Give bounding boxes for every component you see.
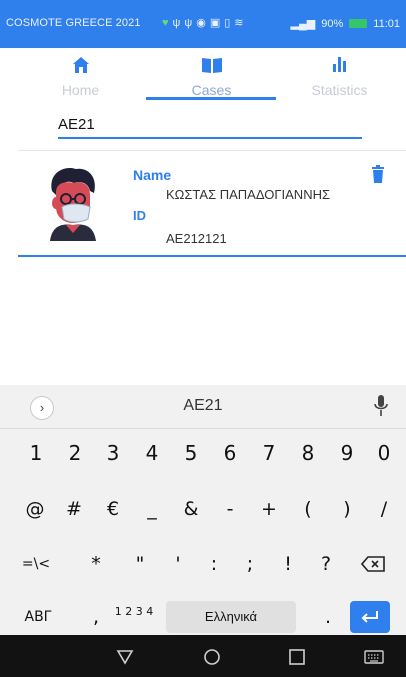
sync-icon: ◉ xyxy=(196,17,206,29)
key[interactable]: ; xyxy=(238,544,262,584)
backspace-icon xyxy=(360,556,385,572)
space-key[interactable]: Ελληνικά xyxy=(166,601,296,633)
avatar xyxy=(50,167,96,241)
key[interactable]: * xyxy=(84,544,108,584)
keyboard-bottom-row: ΑΒΓ , 1 2 3 4 Ελληνικά . xyxy=(0,597,406,637)
system-nav-bar xyxy=(0,635,406,677)
key[interactable]: 1 xyxy=(24,433,48,473)
keyboard: › AE21 1 2 3 4 5 6 7 8 9 0 @ # € _ & - +… xyxy=(0,385,406,635)
key[interactable]: + xyxy=(257,489,281,529)
tab-home[interactable]: Home xyxy=(13,48,148,100)
key[interactable]: 2 xyxy=(63,433,87,473)
key[interactable]: 0 xyxy=(372,433,396,473)
key[interactable]: " xyxy=(128,544,152,584)
tab-cases-label: Cases xyxy=(191,82,232,98)
key[interactable]: & xyxy=(179,489,203,529)
signal-icon: ▂▄▆ xyxy=(290,18,316,30)
backspace-key[interactable] xyxy=(358,544,388,584)
id-value: AE212121 xyxy=(166,231,227,246)
numpad-key[interactable]: 1 2 3 4 xyxy=(112,605,156,631)
battery-percent: 90% xyxy=(321,17,344,30)
book-icon xyxy=(201,58,222,73)
comma-key[interactable]: , xyxy=(86,597,106,637)
nfc-icon: ▣ xyxy=(209,17,221,29)
key[interactable]: 7 xyxy=(257,433,281,473)
tab-home-label: Home xyxy=(61,82,100,98)
search-field[interactable] xyxy=(58,112,362,139)
recents-icon[interactable] xyxy=(288,648,306,666)
clock: 11:01 xyxy=(373,17,400,30)
key[interactable]: 3 xyxy=(101,433,125,473)
keyboard-number-row: 1 2 3 4 5 6 7 8 9 0 xyxy=(0,433,406,473)
tab-bar: Home Cases Statistics xyxy=(0,48,406,100)
key[interactable]: 9 xyxy=(335,433,359,473)
vibrate-icon: ▯ xyxy=(224,17,231,29)
status-bar: COSMOTE GREECE 2021 ♥ ψ ψ ◉ ▣ ▯ ≋ ▂▄▆ 90… xyxy=(0,0,406,48)
id-label: ID xyxy=(133,208,146,223)
key[interactable]: ' xyxy=(166,544,190,584)
wifi-icon: ≋ xyxy=(234,17,244,29)
status-right: ▂▄▆ 90% 11:01 xyxy=(290,17,400,31)
active-tab-indicator xyxy=(146,97,276,100)
keyboard-symbol-row-1: @ # € _ & - + ( ) / xyxy=(0,489,406,529)
key[interactable]: ) xyxy=(335,489,359,529)
status-icons: ♥ ψ ψ ◉ ▣ ▯ ≋ xyxy=(162,16,244,30)
heart-icon: ♥ xyxy=(162,16,169,29)
period-key[interactable]: . xyxy=(318,597,338,637)
alphabet-key[interactable]: ΑΒΓ xyxy=(18,597,58,637)
back-icon[interactable] xyxy=(116,648,134,666)
tab-cases[interactable]: Cases xyxy=(144,48,279,100)
home-icon xyxy=(72,57,89,73)
search-input[interactable] xyxy=(58,112,362,136)
enter-key[interactable] xyxy=(350,601,390,633)
key[interactable]: - xyxy=(218,489,242,529)
key[interactable]: _ xyxy=(140,489,164,529)
suggestion-bar: › AE21 xyxy=(0,385,406,429)
key[interactable]: @ xyxy=(22,489,48,529)
suggestion-chip[interactable]: AE21 xyxy=(0,397,406,415)
key[interactable]: 5 xyxy=(179,433,203,473)
keyboard-switch-icon[interactable] xyxy=(364,648,384,666)
tab-statistics-label: Statistics xyxy=(311,82,368,98)
key[interactable]: ( xyxy=(296,489,320,529)
key[interactable]: / xyxy=(372,489,396,529)
bar-chart-icon xyxy=(332,57,346,72)
name-value: ΚΩΣΤΑΣ ΠΑΠΑΔΟΓΙΑΝΝΗΣ xyxy=(166,187,331,202)
key[interactable]: 6 xyxy=(218,433,242,473)
enter-icon xyxy=(361,611,378,623)
key[interactable]: ! xyxy=(276,544,300,584)
key[interactable]: : xyxy=(202,544,226,584)
case-card[interactable]: Name ΚΩΣΤΑΣ ΠΑΠΑΔΟΓΙΑΝΝΗΣ ID AE212121 xyxy=(18,151,406,257)
key[interactable]: 4 xyxy=(140,433,164,473)
tab-statistics[interactable]: Statistics xyxy=(272,48,406,100)
name-label: Name xyxy=(133,167,172,183)
keyboard-symbol-row-2: =\< * " ' : ; ! ? xyxy=(0,544,406,584)
key[interactable]: ? xyxy=(314,544,338,584)
usb-icon: ψ xyxy=(172,16,181,29)
battery-icon xyxy=(349,19,368,28)
microphone-icon[interactable] xyxy=(374,395,388,417)
trash-icon[interactable] xyxy=(371,165,385,183)
key[interactable]: 8 xyxy=(296,433,320,473)
more-symbols-key[interactable]: =\< xyxy=(16,544,56,584)
key[interactable]: # xyxy=(62,489,86,529)
home-button-icon[interactable] xyxy=(203,648,221,666)
key[interactable]: € xyxy=(101,489,125,529)
usb-icon: ψ xyxy=(184,16,193,29)
carrier-label: COSMOTE GREECE 2021 xyxy=(6,17,141,29)
